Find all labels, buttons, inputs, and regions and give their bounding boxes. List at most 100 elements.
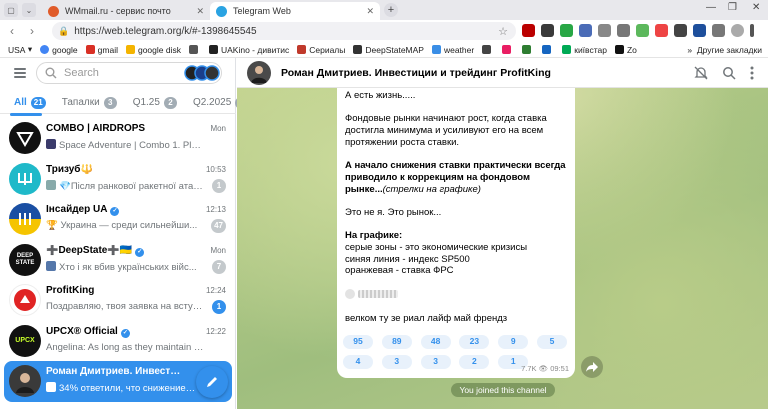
telegram-favicon-icon (216, 5, 227, 17)
download-icon[interactable] (636, 24, 649, 37)
reaction-button[interactable]: 5 (536, 335, 567, 349)
message-spoiler-line (345, 288, 567, 302)
bookmark-icon-only[interactable] (522, 45, 534, 54)
mute-bell-icon[interactable] (694, 66, 708, 80)
menu-dots-icon[interactable] (750, 24, 754, 37)
bookmark-label: Сериалы (309, 44, 346, 55)
reaction-button[interactable]: 3 (420, 355, 451, 369)
extension-icon[interactable] (522, 24, 535, 37)
channel-avatar[interactable] (247, 60, 271, 85)
reaction-button[interactable]: 48 (420, 335, 451, 349)
tab-title: WMmail.ru - сервис почто (65, 6, 171, 16)
close-tab-icon[interactable]: ✕ (366, 6, 374, 17)
bookmark-icon-only[interactable] (482, 45, 494, 54)
tab-tapalki[interactable]: Тапалки 3 (62, 96, 117, 109)
verified-icon: ✓ (135, 247, 145, 257)
browser-tab-telegram[interactable]: Telegram Web ✕ (210, 2, 380, 20)
more-options-icon[interactable] (750, 66, 754, 80)
bookmark-icon-only[interactable] (502, 45, 514, 54)
extension-icon[interactable] (560, 24, 573, 37)
extension-icon[interactable] (598, 24, 611, 37)
chat-item-combo-airdrops[interactable]: COMBO | AIRDROPS Mon Space Adventure | C… (0, 118, 236, 159)
close-window-icon[interactable]: ✕ (752, 2, 760, 13)
bookmark-uakino[interactable]: UAKino - дивитис (208, 44, 290, 55)
minimize-window-icon[interactable]: — (706, 2, 716, 13)
reaction-button[interactable]: 4 (343, 355, 373, 369)
tab-q1-25[interactable]: Q1.25 2 (133, 96, 177, 109)
reaction-button[interactable]: 9 (498, 335, 529, 349)
extensions-puzzle-icon[interactable] (712, 24, 725, 37)
views-eye-icon: 👁 (538, 364, 549, 374)
browser-tab-bar: ▢ ⌄ WMmail.ru - сервис почто ✕ Telegram … (0, 0, 768, 20)
spoiler-text[interactable] (358, 289, 398, 298)
reaction-button[interactable]: 23 (459, 335, 490, 349)
reaction-button[interactable]: 2 (459, 355, 490, 369)
new-tab-button[interactable]: + (384, 3, 398, 17)
message-paragraph: А есть жизнь..... (345, 90, 416, 101)
chat-preview: 🏆 Украина — среди сильнейши... (46, 220, 198, 231)
profile-icon[interactable] (731, 24, 744, 37)
tab-all[interactable]: All 21 (14, 96, 46, 109)
message-meta: 7.7K 👁 09:51 (521, 363, 569, 375)
chat-item-insider-ua[interactable]: Інсайдер UA ✓ 12:13 🏆 Украина — среди сил… (0, 199, 236, 240)
bookmark-icon-only[interactable] (188, 45, 201, 54)
bookmark-icon-only[interactable] (542, 45, 554, 54)
bookmark-kyivstar[interactable]: київстар (562, 45, 607, 55)
bookmark-label: UAKino - дивитис (220, 44, 290, 55)
weather-icon (431, 45, 441, 54)
avatar (9, 284, 41, 316)
bookmark-zo[interactable]: Zo (614, 45, 637, 55)
forward-share-button[interactable] (581, 356, 603, 378)
browser-tab-wmmail[interactable]: WMmail.ru - сервис почто ✕ (42, 2, 210, 20)
bookmark-weather[interactable]: weather (431, 45, 474, 55)
search-icon[interactable] (722, 66, 736, 80)
chat-header[interactable]: Роман Дмитриев. Инвестиции и трейдинг Pr… (237, 58, 768, 88)
reaction-button[interactable]: 3 (381, 355, 412, 369)
compose-pencil-button[interactable] (196, 366, 228, 398)
bookmark-usa[interactable]: USA ▾ (8, 44, 32, 55)
bookmark-serialy[interactable]: Сериалы (297, 45, 345, 55)
tab-list-button[interactable]: ⌄ (22, 3, 36, 17)
poll-icon (46, 382, 56, 392)
stories-avatars-icon[interactable] (184, 65, 220, 81)
bookmark-deepstatemap[interactable]: DeepStateMAP (353, 45, 424, 55)
bookmark-favicon-icon (502, 45, 512, 54)
menu-icon[interactable] (14, 66, 26, 80)
bookmark-label: google disk (137, 44, 181, 55)
extension-icon[interactable] (541, 24, 554, 37)
bookmark-google[interactable]: google (40, 45, 78, 55)
extension-icon[interactable] (693, 24, 706, 37)
chat-item-tryzub[interactable]: Тризуб🔱 10:53 💎Після ранкової ракетної а… (0, 159, 236, 200)
extension-icon[interactable] (674, 24, 687, 37)
person-photo-icon (16, 373, 34, 393)
url-field[interactable]: 🔒 https://web.telegram.org/k/#-139864554… (52, 22, 516, 40)
bookmark-gmail[interactable]: gmail (85, 44, 118, 55)
bookmark-star-icon[interactable]: ☆ (498, 25, 508, 38)
chat-item-upcx[interactable]: UPCX UPCX® Official ✓ 12:22 Angelina: As … (0, 321, 236, 362)
extension-icon[interactable] (579, 24, 592, 37)
bookmark-google-disk[interactable]: google disk (125, 44, 181, 55)
message-bubble[interactable]: А есть жизнь..... Фондовые рынки начинаю… (337, 88, 575, 378)
kyivstar-icon (562, 45, 572, 54)
chat-time: Mon (210, 245, 226, 255)
tab-search-button[interactable]: ▢ (4, 3, 18, 17)
bookmark-label: gmail (97, 44, 118, 55)
forward-icon[interactable]: › (24, 24, 40, 38)
bookmark-favicon-icon (614, 45, 624, 54)
extension-icon[interactable] (617, 24, 630, 37)
other-bookmarks[interactable]: » Другие закладки (687, 45, 762, 55)
chat-item-deepstate[interactable]: DEEP STATE ➕DeepState➕🇺🇦 ✓ Mon Хто і як в… (0, 240, 236, 281)
chat-item-profitking[interactable]: ProfitKing 12:24 Поздравляю, твоя заявка… (0, 280, 236, 321)
restore-window-icon[interactable]: ❐ (728, 2, 737, 13)
search-input[interactable]: Search (36, 62, 222, 84)
back-icon[interactable]: ‹ (4, 24, 20, 38)
close-tab-icon[interactable]: ✕ (196, 6, 204, 17)
reaction-button[interactable]: 89 (381, 335, 412, 349)
extension-icon[interactable] (655, 24, 668, 37)
chat-name-text: ➕DeepState➕🇺🇦 (46, 244, 133, 256)
search-placeholder: Search (64, 67, 99, 79)
message-paragraph: А начало снижения ставки практически все… (345, 160, 567, 195)
bookmark-label: DeepStateMAP (365, 44, 424, 55)
reaction-button[interactable]: 95 (343, 335, 373, 349)
bookmark-favicon-icon (482, 45, 492, 54)
